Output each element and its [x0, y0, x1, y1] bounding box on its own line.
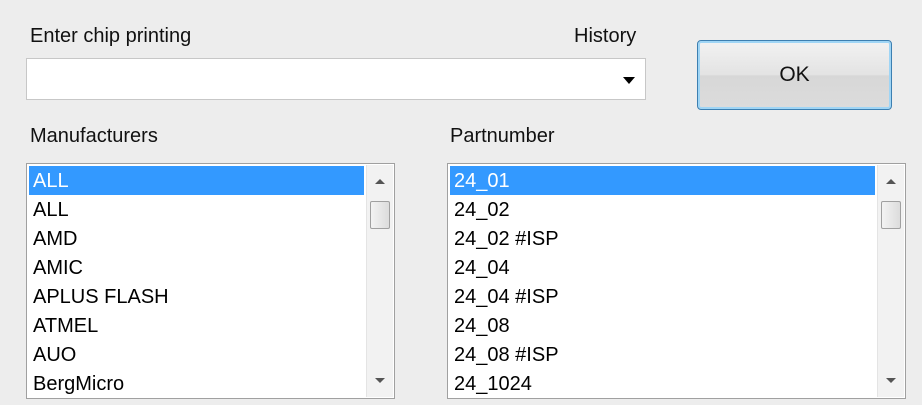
- manufacturer-item[interactable]: AUO: [29, 340, 364, 369]
- manufacturers-label: Manufacturers: [30, 125, 158, 147]
- manufacturer-item[interactable]: ALL: [29, 195, 364, 224]
- partnumber-item[interactable]: 24_08: [450, 311, 875, 340]
- scroll-up-icon[interactable]: [375, 179, 385, 184]
- manufacturer-item[interactable]: APLUS FLASH: [29, 282, 364, 311]
- manufacturers-listbox[interactable]: ALL ALL AMD AMIC APLUS FLASH ATMEL AUO B…: [26, 163, 395, 399]
- scroll-up-icon[interactable]: [886, 179, 896, 184]
- partnumber-label: Partnumber: [450, 125, 555, 147]
- manufacturers-list: ALL ALL AMD AMIC APLUS FLASH ATMEL AUO B…: [29, 166, 364, 398]
- partnumber-item[interactable]: 24_04 #ISP: [450, 282, 875, 311]
- chip-printing-label: Enter chip printing: [30, 25, 192, 47]
- partnumber-item[interactable]: 24_02 #ISP: [450, 224, 875, 253]
- chevron-down-icon[interactable]: [623, 77, 635, 84]
- partnumber-item[interactable]: 24_1024: [450, 369, 875, 398]
- partnumber-item[interactable]: 24_08 #ISP: [450, 340, 875, 369]
- scroll-down-icon[interactable]: [375, 378, 385, 383]
- manufacturer-item[interactable]: BergMicro: [29, 369, 364, 398]
- partnumber-list: 24_01 24_02 24_02 #ISP 24_04 24_04 #ISP …: [450, 166, 875, 398]
- partnumber-scrollbar[interactable]: [877, 165, 904, 397]
- scroll-down-icon[interactable]: [886, 378, 896, 383]
- ok-button[interactable]: OK: [697, 40, 892, 110]
- manufacturers-scrollbar[interactable]: [366, 165, 393, 397]
- chip-printing-input[interactable]: [31, 63, 595, 97]
- scrollbar-thumb[interactable]: [881, 201, 901, 229]
- partnumber-item[interactable]: 24_04: [450, 253, 875, 282]
- chip-selection-dialog: Enter chip printing History OK Manufactu…: [0, 0, 922, 405]
- history-label: History: [574, 25, 637, 47]
- chip-printing-combobox[interactable]: [26, 58, 646, 100]
- scrollbar-thumb[interactable]: [370, 201, 390, 229]
- manufacturer-item[interactable]: ATMEL: [29, 311, 364, 340]
- partnumber-item[interactable]: 24_02: [450, 195, 875, 224]
- manufacturer-item[interactable]: AMD: [29, 224, 364, 253]
- manufacturer-item[interactable]: ALL: [29, 166, 364, 195]
- manufacturer-item[interactable]: AMIC: [29, 253, 364, 282]
- partnumber-item[interactable]: 24_01: [450, 166, 875, 195]
- partnumber-listbox[interactable]: 24_01 24_02 24_02 #ISP 24_04 24_04 #ISP …: [447, 163, 906, 399]
